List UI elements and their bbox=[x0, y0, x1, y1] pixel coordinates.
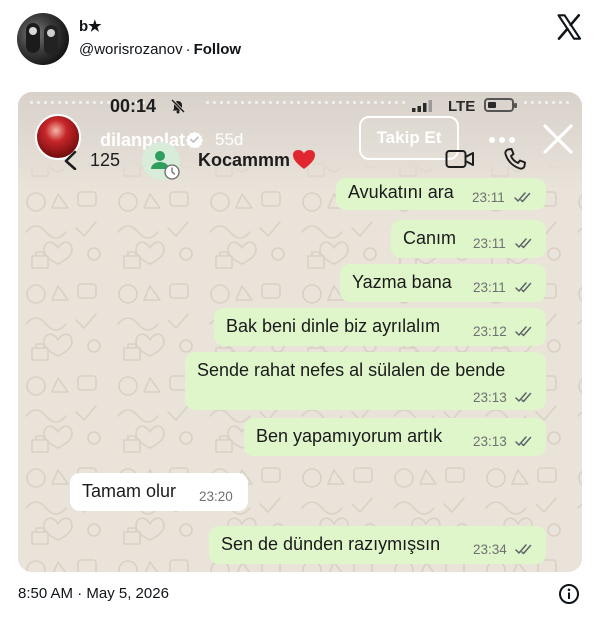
double-tick-icon bbox=[515, 326, 532, 337]
message-bubble-outgoing[interactable]: Sende rahat nefes al sülalen de bende 23… bbox=[185, 352, 546, 410]
contact-name[interactable]: Kocammm bbox=[198, 150, 290, 171]
message-bubble-outgoing[interactable]: Yazma bana 23:11 bbox=[340, 264, 546, 302]
unread-count: 125 bbox=[90, 150, 121, 170]
double-tick-icon bbox=[515, 436, 532, 447]
contact-avatar-icon bbox=[151, 151, 180, 180]
message-time: 23:12 bbox=[473, 324, 507, 339]
message-bubble-outgoing[interactable]: Bak beni dinle biz ayrılalım 23:12 bbox=[214, 308, 546, 346]
message-time: 23:11 bbox=[472, 190, 505, 205]
x-logo-icon[interactable] bbox=[555, 13, 583, 41]
message-text: Sen de dünden razıymışsın bbox=[221, 534, 441, 554]
close-icon[interactable] bbox=[541, 122, 575, 156]
message-bubble-outgoing[interactable]: Sen de dünden razıymışsın 23:34 bbox=[209, 526, 546, 564]
verified-badge-icon bbox=[186, 131, 203, 148]
follow-button[interactable]: Follow bbox=[194, 41, 242, 58]
message-text: Ben yapamıyorum artık bbox=[256, 426, 443, 446]
contact-avatar[interactable] bbox=[142, 142, 180, 180]
author-avatar[interactable] bbox=[17, 13, 69, 65]
info-icon[interactable] bbox=[558, 583, 580, 605]
network-type: LTE bbox=[448, 98, 476, 115]
phone-icon[interactable] bbox=[503, 147, 527, 171]
video-call-icon[interactable] bbox=[445, 149, 475, 169]
battery-icon bbox=[484, 98, 517, 112]
message-time: 23:11 bbox=[473, 236, 506, 251]
message-text: Tamam olur bbox=[82, 481, 177, 501]
author-handle[interactable]: @worisrozanov bbox=[79, 41, 183, 58]
double-tick-icon bbox=[514, 192, 531, 203]
message-text: Avukatını ara bbox=[348, 182, 454, 202]
double-tick-icon bbox=[515, 282, 532, 293]
author-display-name[interactable]: b★ bbox=[79, 17, 102, 35]
story-age: 55d bbox=[215, 130, 244, 149]
double-tick-icon bbox=[515, 238, 532, 249]
progress-dots-middle bbox=[206, 101, 405, 105]
tweet-header: b★ @worisrozanov · Follow bbox=[0, 0, 600, 80]
heart-icon bbox=[293, 150, 315, 169]
separator-dot: · bbox=[185, 41, 191, 58]
message-bubble-incoming[interactable]: Tamam olur 23:20 bbox=[70, 473, 248, 511]
tweet-timestamp[interactable]: 8:50 AM · May 5, 2026 bbox=[18, 585, 169, 602]
message-text: Sende rahat nefes al sülalen de bende bbox=[197, 360, 506, 380]
double-tick-icon bbox=[515, 544, 532, 555]
status-bar-time: 00:14 bbox=[110, 96, 157, 116]
story-follow-button[interactable]: Takip Et bbox=[359, 116, 459, 160]
message-text: Yazma bana bbox=[352, 272, 452, 292]
message-bubble-outgoing[interactable]: Canım 23:11 bbox=[391, 220, 546, 258]
progress-dots-right bbox=[524, 101, 569, 105]
author-handle-row: @worisrozanov · Follow bbox=[79, 41, 241, 58]
bell-off-icon bbox=[170, 98, 186, 114]
message-text: Bak beni dinle biz ayrılalım bbox=[226, 316, 441, 336]
message-time: 23:13 bbox=[473, 434, 507, 449]
more-icon[interactable] bbox=[488, 136, 516, 144]
double-tick-icon bbox=[515, 392, 532, 403]
back-icon[interactable] bbox=[62, 150, 80, 170]
message-text: Canım bbox=[403, 228, 457, 248]
message-time: 23:34 bbox=[473, 542, 507, 557]
message-bubble-outgoing[interactable]: Avukatını ara 23:11 bbox=[336, 178, 546, 210]
message-time: 23:11 bbox=[473, 280, 506, 295]
message-time: 23:20 bbox=[199, 489, 233, 504]
embedded-chat-screenshot: 00:14 LTE dilanpolat 55d Takip Et 125 Ko… bbox=[18, 92, 582, 572]
message-bubble-outgoing[interactable]: Ben yapamıyorum artık 23:13 bbox=[244, 418, 546, 456]
signal-strength-icon bbox=[412, 100, 432, 112]
message-time: 23:13 bbox=[473, 390, 507, 405]
